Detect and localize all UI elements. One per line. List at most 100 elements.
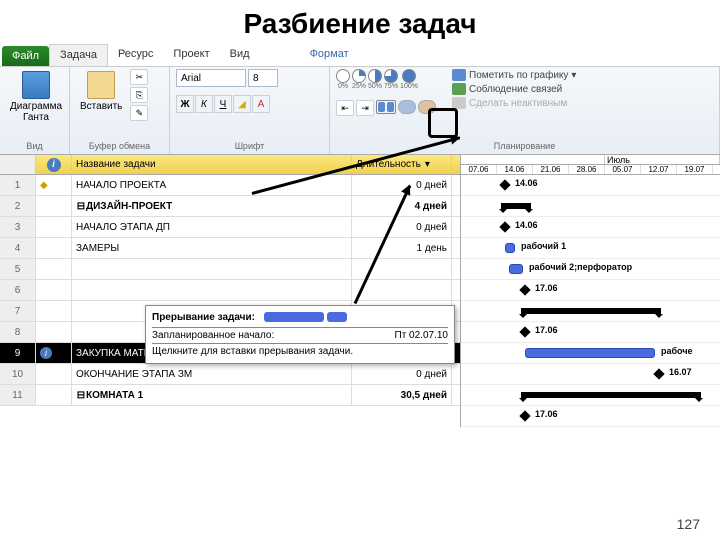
slide-title: Разбиение задач (0, 0, 720, 44)
task-name-cell[interactable]: ЗАМЕРЫ (72, 238, 352, 258)
outdent-button[interactable]: ⇤ (336, 100, 354, 116)
hdr-rownum[interactable] (0, 155, 36, 174)
hdr-info[interactable]: i (36, 155, 72, 174)
tab-format[interactable]: Формат (300, 44, 359, 66)
pct-100[interactable]: 100% (400, 69, 418, 90)
link-tasks-button[interactable] (398, 100, 416, 114)
row-number[interactable]: 10 (0, 364, 36, 384)
paste-icon (87, 71, 115, 99)
task-name-cell[interactable]: ОКОНЧАНИЕ ЭТАПА ЗМ (72, 364, 352, 384)
row-info[interactable] (36, 301, 72, 321)
italic-button[interactable]: К (195, 95, 213, 113)
duration-cell[interactable] (352, 280, 452, 300)
gantt-chart[interactable]: Июль 07.0614.0621.0628.0605.0712.0719.07… (460, 155, 720, 427)
duration-cell[interactable]: 0 дней (352, 364, 452, 384)
bg-color-button[interactable]: ◢ (233, 95, 251, 113)
task-name-cell[interactable]: ⊟ ДИЗАЙН-ПРОЕКТ (72, 196, 352, 216)
tab-view[interactable]: Вид (220, 44, 260, 66)
copy-button[interactable]: ⎘ (130, 87, 148, 103)
page-number: 127 (677, 516, 700, 532)
hdr-name[interactable]: Название задачи (72, 155, 352, 174)
row-info[interactable] (36, 280, 72, 300)
row-info[interactable] (36, 238, 72, 258)
task-name-cell[interactable] (72, 259, 352, 279)
brush-icon: ✎ (136, 108, 144, 119)
timescale-day: 05.07 (605, 165, 641, 174)
track-icon (452, 69, 466, 81)
row-number[interactable]: 5 (0, 259, 36, 279)
timescale-day: 21.06 (533, 165, 569, 174)
table-row[interactable]: 1◆НАЧАЛО ПРОЕКТА0 дней (0, 175, 460, 196)
duration-cell[interactable]: 1 день (352, 238, 452, 258)
split-task-tooltip: Прерывание задачи: Запланированное начал… (145, 305, 455, 364)
cut-button[interactable]: ✂ (130, 69, 148, 85)
row-info[interactable] (36, 259, 72, 279)
row-info[interactable]: i (36, 343, 72, 363)
paste-button[interactable]: Вставить (76, 69, 126, 114)
tab-resource[interactable]: Ресурс (108, 44, 163, 66)
bold-button[interactable]: Ж (176, 95, 194, 113)
row-number[interactable]: 9 (0, 343, 36, 363)
table-row[interactable]: 4 ЗАМЕРЫ1 день (0, 238, 460, 259)
pct-25[interactable]: 25% (352, 69, 366, 90)
group-font-label: Шрифт (176, 140, 323, 152)
row-info[interactable] (36, 217, 72, 237)
hdr-duration[interactable]: Длительность▾ (352, 155, 452, 174)
timescale-day: 07.06 (461, 165, 497, 174)
gantt-icon (22, 71, 50, 99)
table-row[interactable]: 2⊟ ДИЗАЙН-ПРОЕКТ4 дней (0, 196, 460, 217)
inactivate-button[interactable]: Сделать неактивным (452, 97, 576, 109)
underline-button[interactable]: Ч (214, 95, 232, 113)
row-info[interactable] (36, 322, 72, 342)
split-button-highlight (428, 108, 458, 138)
tab-file[interactable]: Файл (2, 46, 49, 66)
pct-75[interactable]: 75% (384, 69, 398, 90)
table-row[interactable]: 11 ⊟ КОМНАТА 130,5 дней (0, 385, 460, 406)
duration-cell[interactable]: 0 дней (352, 217, 452, 237)
row-number[interactable]: 11 (0, 385, 36, 405)
task-name-cell[interactable]: НАЧАЛО ЭТАПА ДП (72, 217, 352, 237)
row-number[interactable]: 4 (0, 238, 36, 258)
collapse-icon[interactable]: ⊟ (76, 390, 86, 401)
table-row[interactable]: 6 (0, 280, 460, 301)
info-icon: i (47, 158, 61, 172)
row-info[interactable]: ◆ (36, 175, 72, 195)
row-number[interactable]: 7 (0, 301, 36, 321)
row-info[interactable] (36, 385, 72, 405)
pct-50[interactable]: 50% (368, 69, 382, 90)
table-row[interactable]: 5 (0, 259, 460, 280)
row-info[interactable] (36, 196, 72, 216)
gantt-chart-button[interactable]: Диаграмма Ганта (6, 69, 66, 125)
task-name-cell[interactable]: ⊟ КОМНАТА 1 (72, 385, 352, 405)
note-icon: ◆ (40, 180, 48, 191)
table-row[interactable]: 10 ОКОНЧАНИЕ ЭТАПА ЗМ0 дней (0, 364, 460, 385)
group-schedule-label: Планирование (336, 140, 713, 152)
timescale-day: 12.07 (641, 165, 677, 174)
dropdown-icon: ▾ (571, 70, 576, 81)
collapse-icon[interactable]: ⊟ (76, 201, 86, 212)
font-color-icon: A (258, 99, 265, 110)
format-painter-button[interactable]: ✎ (130, 105, 148, 121)
font-size-input[interactable] (248, 69, 278, 87)
font-color-button[interactable]: A (252, 95, 270, 113)
row-number[interactable]: 6 (0, 280, 36, 300)
font-name-input[interactable] (176, 69, 246, 87)
indent-button[interactable]: ⇥ (356, 100, 374, 116)
task-name-cell[interactable] (72, 280, 352, 300)
mark-on-track-button[interactable]: Пометить по графику▾ (452, 69, 576, 81)
split-task-button[interactable] (376, 100, 396, 114)
row-info[interactable] (36, 364, 72, 384)
row-number[interactable]: 1 (0, 175, 36, 195)
scissors-icon: ✂ (136, 72, 144, 83)
row-number[interactable]: 3 (0, 217, 36, 237)
percent-complete-row: 0% 25% 50% 75% 100% (336, 69, 436, 90)
group-clipboard-label: Буфер обмена (76, 140, 163, 152)
group-view-label: Вид (6, 140, 63, 152)
duration-cell[interactable]: 30,5 дней (352, 385, 452, 405)
tab-task[interactable]: Задача (49, 44, 108, 66)
respect-links-button[interactable]: Соблюдение связей (452, 83, 576, 95)
tab-project[interactable]: Проект (163, 44, 219, 66)
row-number[interactable]: 2 (0, 196, 36, 216)
row-number[interactable]: 8 (0, 322, 36, 342)
pct-0[interactable]: 0% (336, 69, 350, 90)
